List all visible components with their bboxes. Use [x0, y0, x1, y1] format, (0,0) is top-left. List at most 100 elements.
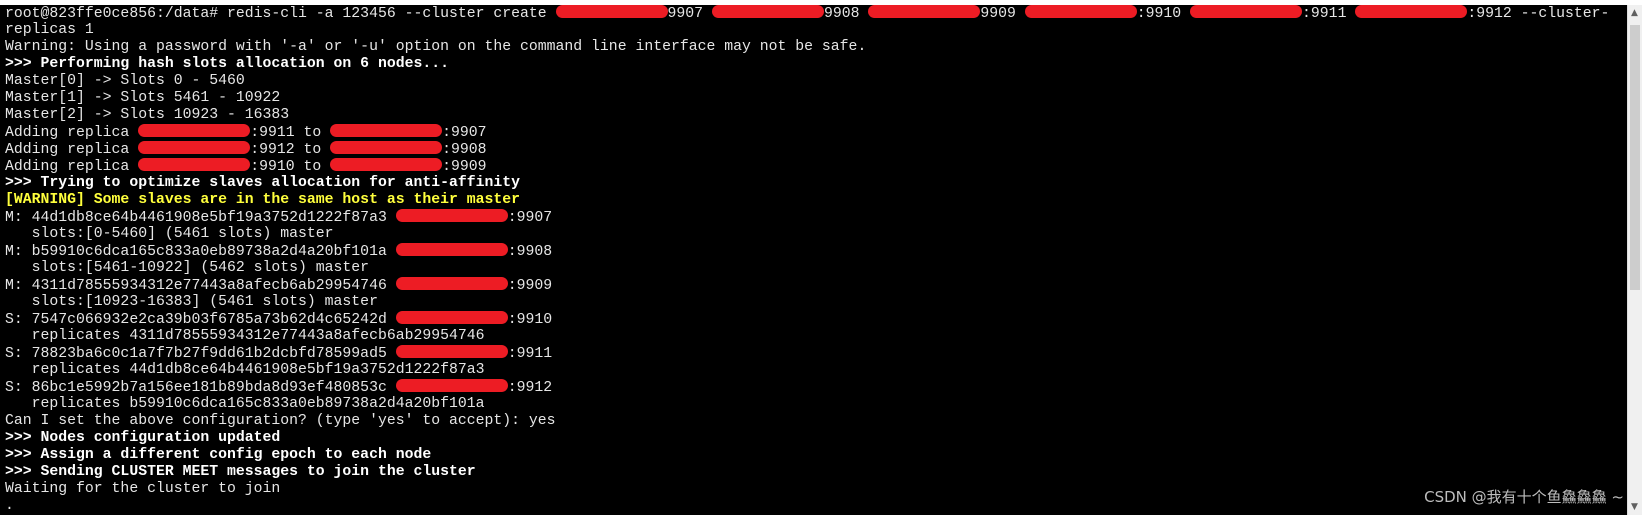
line-text: :9909: [507, 278, 553, 294]
terminal-line: >>> Performing hash slots allocation on …: [5, 56, 1628, 73]
line-text: :9910: [507, 312, 553, 328]
vertical-scrollbar[interactable]: ▲ ▼: [1627, 5, 1642, 515]
terminal-line: Master[1] -> Slots 5461 - 10922: [5, 90, 1628, 107]
terminal-line: replicates 4311d78555934312e77443a8afecb…: [5, 328, 1628, 345]
scrollbar-thumb[interactable]: [1630, 25, 1640, 290]
terminal-line: slots:[0-5460] (5461 slots) master: [5, 226, 1628, 243]
redaction-mark: [1190, 5, 1303, 18]
line-text: :9909: [442, 159, 487, 175]
line-text: replicas 1: [5, 22, 94, 38]
redaction-mark: [330, 158, 443, 171]
terminal-line: >>> Assign a different config epoch to e…: [5, 447, 1628, 464]
line-text: slots:[0-5460] (5461 slots) master: [5, 226, 334, 242]
redaction-mark: [330, 124, 443, 137]
terminal-line: M: 4311d78555934312e77443a8afecb6ab29954…: [5, 277, 1628, 294]
redaction-mark: [330, 141, 443, 154]
redaction-mark: [395, 243, 508, 256]
line-text: Master[2] -> Slots 10923 - 16383: [5, 107, 290, 123]
line-text: >>> Trying to optimize slaves allocation…: [5, 175, 521, 191]
line-text: replicates b59910c6dca165c833a0eb89738a2…: [5, 396, 485, 412]
line-text: >>> Sending CLUSTER MEET messages to joi…: [5, 464, 476, 480]
line-text: Master[1] -> Slots 5461 - 10922: [5, 90, 281, 106]
line-text: :9910 to: [250, 159, 331, 175]
line-text: .: [5, 498, 14, 514]
terminal-line: >>> Trying to optimize slaves allocation…: [5, 175, 1628, 192]
redaction-mark: [138, 124, 251, 137]
line-text: Master[0] -> Slots 0 - 5460: [5, 73, 245, 89]
line-text: Waiting for the cluster to join: [5, 481, 281, 497]
line-text: M: b59910c6dca165c833a0eb89738a2d4a20bf1…: [5, 244, 396, 260]
redaction-mark: [1024, 5, 1137, 18]
terminal-line: Adding replica :9911 to :9907: [5, 124, 1628, 141]
line-text: Adding replica: [5, 159, 139, 175]
line-text: :9912: [507, 380, 553, 396]
redaction-mark: [711, 5, 824, 18]
terminal-line: >>> Nodes configuration updated: [5, 430, 1628, 447]
line-text: replicates 44d1db8ce64b4461908e5bf19a375…: [5, 362, 485, 378]
line-text: Can I set the above configuration? (type…: [5, 413, 556, 429]
terminal-line: M: 44d1db8ce64b4461908e5bf19a3752d1222f8…: [5, 209, 1628, 226]
terminal-line: M: b59910c6dca165c833a0eb89738a2d4a20bf1…: [5, 243, 1628, 260]
line-text: >>> Nodes configuration updated: [5, 430, 281, 446]
line-text: :9911 to: [250, 125, 331, 141]
redaction-mark: [1355, 5, 1468, 18]
line-text: >>> Performing hash slots allocation on …: [5, 56, 449, 72]
scroll-down-icon[interactable]: ▼: [1631, 502, 1638, 512]
terminal-line: .: [5, 498, 1628, 515]
redaction-mark: [138, 158, 251, 171]
line-text: Adding replica: [5, 125, 139, 141]
line-text: Warning: Using a password with '-a' or '…: [5, 39, 867, 55]
terminal-line: Warning: Using a password with '-a' or '…: [5, 39, 1628, 56]
terminal-line: slots:[5461-10922] (5462 slots) master: [5, 260, 1628, 277]
redaction-mark: [395, 209, 508, 222]
terminal-line: [WARNING] Some slaves are in the same ho…: [5, 192, 1628, 209]
redaction-mark: [138, 141, 251, 154]
redaction-mark: [395, 277, 508, 290]
terminal-line: S: 78823ba6c0c1a7f7b27f9dd61b2dcbfd78599…: [5, 345, 1628, 362]
terminal-line: Can I set the above configuration? (type…: [5, 413, 1628, 430]
terminal-line: slots:[10923-16383] (5461 slots) master: [5, 294, 1628, 311]
line-text: S: 78823ba6c0c1a7f7b27f9dd61b2dcbfd78599…: [5, 346, 396, 362]
terminal-line: >>> Sending CLUSTER MEET messages to joi…: [5, 464, 1628, 481]
terminal-line: S: 7547c066932e2ca39b03f6785a73b62d4c652…: [5, 311, 1628, 328]
line-text: :9911: [1302, 6, 1356, 22]
line-text: :9910: [1136, 6, 1191, 22]
line-text: M: 4311d78555934312e77443a8afecb6ab29954…: [5, 278, 396, 294]
line-text: S: 86bc1e5992b7a156ee181b89bda8d93ef4808…: [5, 380, 396, 396]
redaction-mark: [395, 311, 508, 324]
line-text: replicates 4311d78555934312e77443a8afecb…: [5, 328, 485, 344]
line-text: :9908: [507, 244, 553, 260]
line-text: 9908: [823, 6, 869, 22]
redaction-mark: [868, 5, 981, 18]
line-text: S: 7547c066932e2ca39b03f6785a73b62d4c652…: [5, 312, 396, 328]
redaction-mark: [395, 345, 508, 358]
line-text: >>> Assign a different config epoch to e…: [5, 447, 432, 463]
terminal-line: root@823ffe0ce856:/data# redis-cli -a 12…: [5, 5, 1628, 22]
terminal-line: Master[2] -> Slots 10923 - 16383: [5, 107, 1628, 124]
line-text: :9911: [507, 346, 553, 362]
csdn-watermark: CSDN @我有十个鱼鱻鱻鱻 ~: [1424, 488, 1624, 506]
scroll-up-icon[interactable]: ▲: [1631, 8, 1638, 18]
line-text: :9912 --cluster-: [1467, 6, 1610, 22]
line-text: Adding replica: [5, 142, 139, 158]
terminal-line: Adding replica :9912 to :9908: [5, 141, 1628, 158]
line-text: M: 44d1db8ce64b4461908e5bf19a3752d1222f8…: [5, 210, 396, 226]
line-text: :9908: [442, 142, 487, 158]
terminal-line: Adding replica :9910 to :9909: [5, 158, 1628, 175]
line-text: 9909: [980, 6, 1025, 22]
line-text: :9912 to: [250, 142, 331, 158]
line-text: slots:[5461-10922] (5462 slots) master: [5, 260, 370, 276]
terminal-line: replicates 44d1db8ce64b4461908e5bf19a375…: [5, 362, 1628, 379]
line-text: 9907: [667, 6, 712, 22]
line-text: :9907: [507, 210, 553, 226]
terminal-line: S: 86bc1e5992b7a156ee181b89bda8d93ef4808…: [5, 379, 1628, 396]
terminal-window[interactable]: root@823ffe0ce856:/data# redis-cli -a 12…: [0, 5, 1628, 515]
terminal-line: replicates b59910c6dca165c833a0eb89738a2…: [5, 396, 1628, 413]
redaction-mark: [555, 5, 668, 18]
redaction-mark: [395, 379, 508, 392]
line-text: slots:[10923-16383] (5461 slots) master: [5, 294, 378, 310]
terminal-line: Waiting for the cluster to join: [5, 481, 1628, 498]
terminal-line: replicas 1: [5, 22, 1628, 39]
line-text: :9907: [442, 125, 487, 141]
terminal-line: Master[0] -> Slots 0 - 5460: [5, 73, 1628, 90]
